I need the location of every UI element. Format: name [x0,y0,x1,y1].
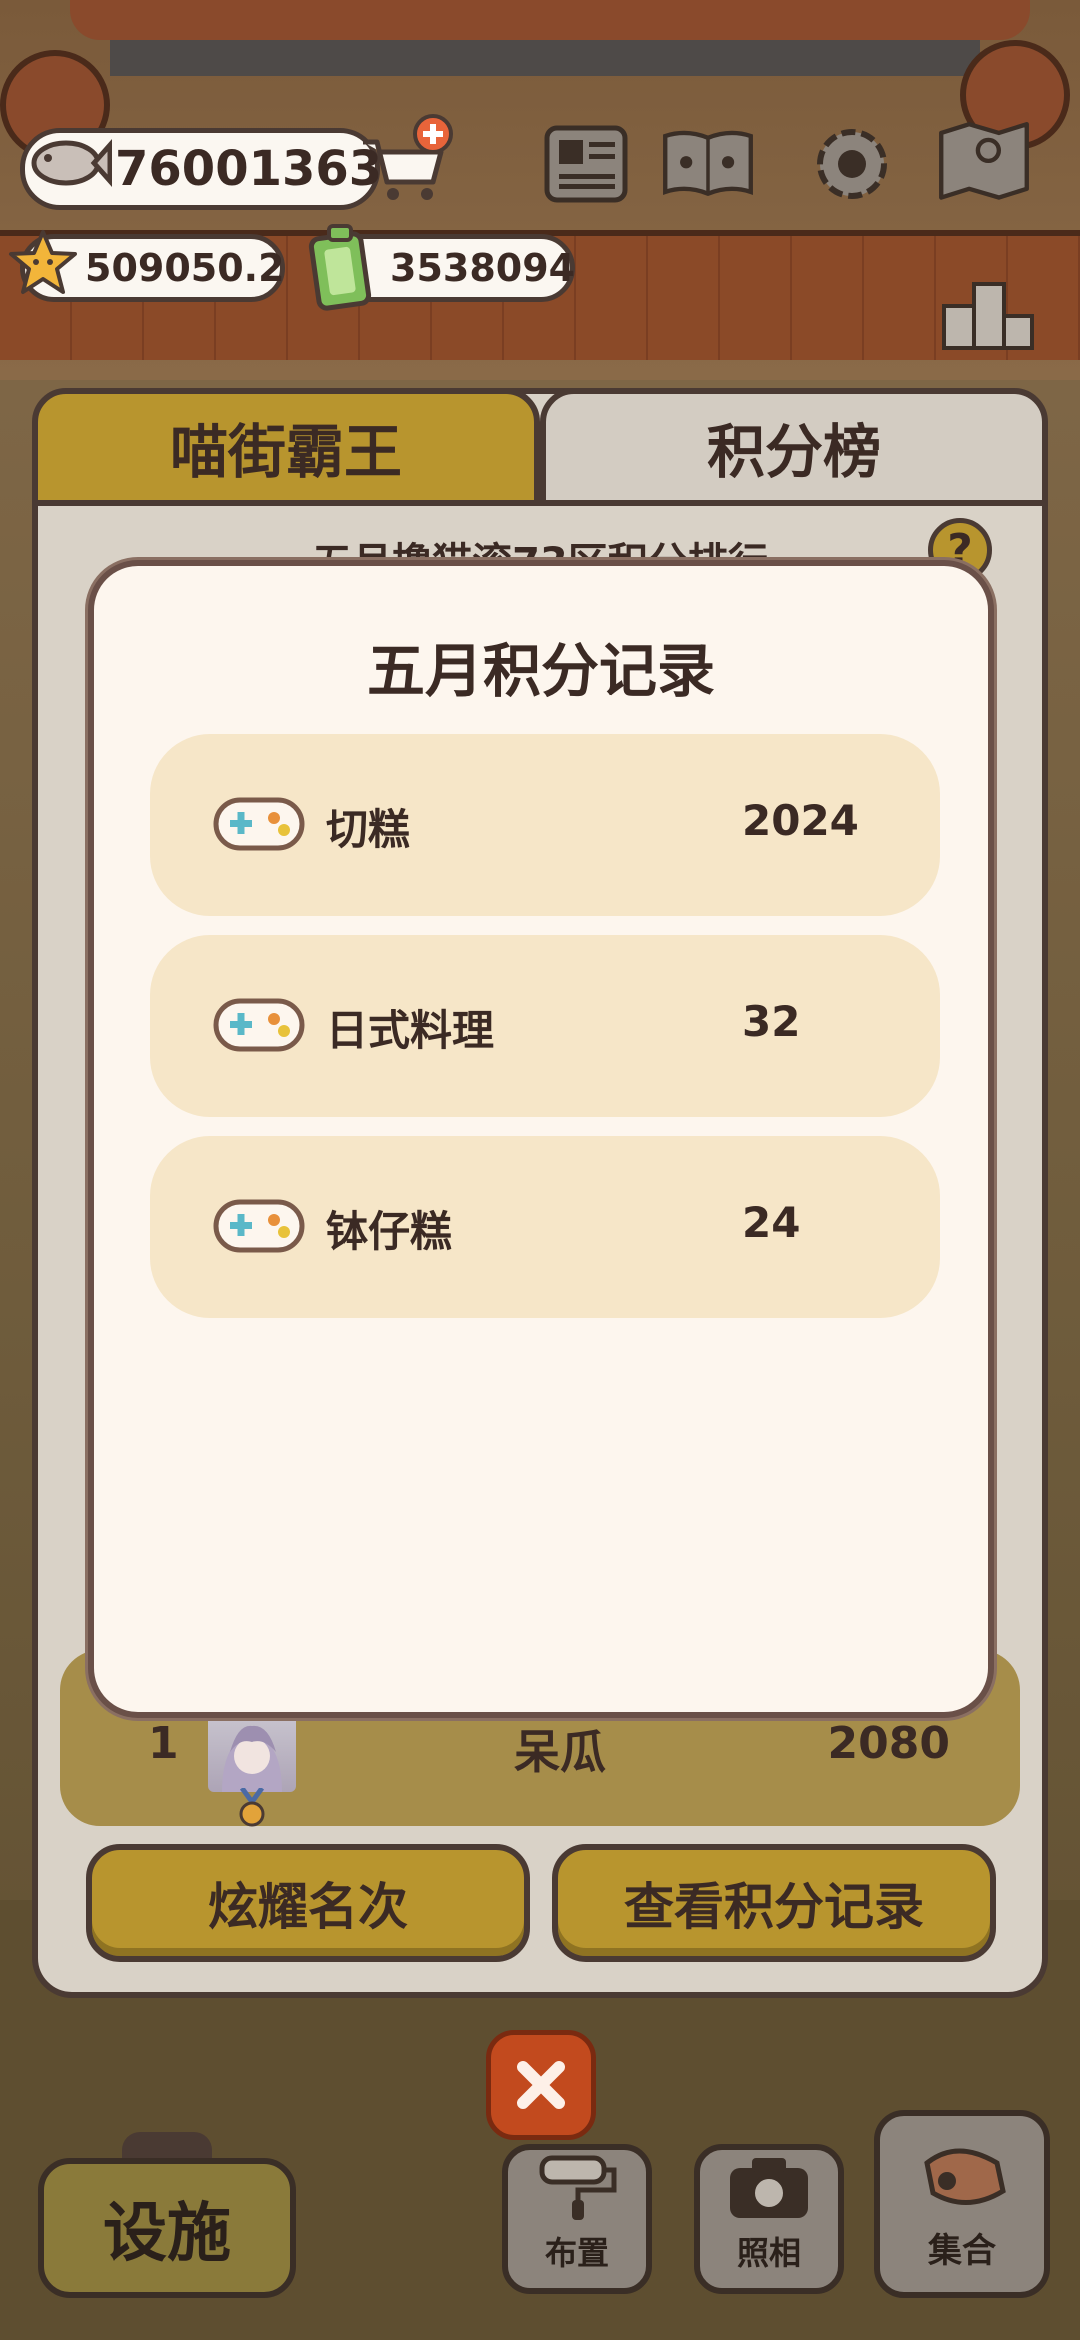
record-score: 32 [742,997,801,1046]
newspaper-icon[interactable] [538,116,634,212]
rank-number: 1 [148,1718,179,1769]
player-score: 2080 [827,1718,950,1769]
record-game-name: 钵仔糕 [326,1207,453,1256]
paint-roller-icon [539,2155,617,2220]
view-records-button[interactable]: 查看积分记录 [552,1844,996,1962]
close-icon [517,2061,565,2109]
avatar[interactable] [208,1712,296,1792]
facilities-button[interactable]: 设施 [38,2158,296,2298]
record-game-name: 日式料理 [326,1006,495,1055]
fish-count: 76001363 [115,141,383,197]
gamepad-icon [213,998,305,1052]
close-button[interactable] [486,2030,596,2140]
star-icon [8,228,78,298]
modal-title: 五月积分记录 [366,637,715,705]
rally-label: 集合 [928,2231,996,2271]
record-item: 钵仔糕 24 [150,1136,940,1318]
paw-book-icon[interactable] [660,116,756,212]
cart-plus-icon[interactable] [355,112,455,212]
ticket-count: 3538094 [390,246,576,290]
photo-label: 照相 [736,2234,801,2272]
medal-icon [236,1786,268,1828]
record-item: 日式料理 32 [150,935,940,1117]
map-icon[interactable] [936,112,1032,208]
podium-icon[interactable] [940,264,1036,360]
roof-beam [110,40,980,76]
gear-icon[interactable] [804,116,900,212]
rally-button[interactable]: 集合 [874,2110,1050,2298]
layout-label: 布置 [544,2234,609,2272]
gamepad-icon [213,797,305,851]
ticket-icon [300,222,380,312]
tab-street-king[interactable]: 喵街霸王 [32,388,540,506]
photo-button[interactable]: 照相 [694,2144,844,2294]
tab-points-ranking[interactable]: 积分榜 [540,388,1048,506]
fish-icon [22,118,112,208]
player-name: 呆瓜 [514,1725,606,1779]
roof [70,0,1030,40]
camera-icon [730,2158,808,2218]
gamepad-icon [213,1199,305,1253]
record-item: 切糕 2024 [150,734,940,916]
record-score: 24 [742,1198,801,1247]
record-game-name: 切糕 [326,805,411,854]
layout-button[interactable]: 布置 [502,2144,652,2294]
whistle-icon [924,2148,1006,2205]
star-count: 509050.2 [85,246,285,290]
record-score: 2024 [742,796,859,845]
points-record-modal: 五月积分记录 切糕 2024 日式料理 32 钵仔糕 24 [88,560,994,1718]
show-rank-button[interactable]: 炫耀名次 [86,1844,530,1962]
